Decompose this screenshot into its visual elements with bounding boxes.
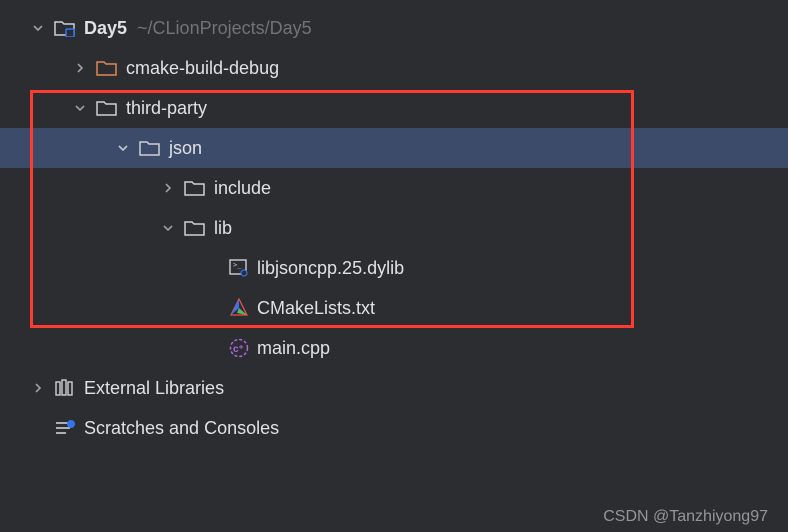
- scratches-icon: [54, 419, 76, 437]
- svg-text:c⁺: c⁺: [233, 344, 244, 355]
- tree-row-third-party[interactable]: third-party: [0, 88, 788, 128]
- project-root-label: Day5: [84, 18, 127, 39]
- tree-row-main-cpp[interactable]: c⁺ main.cpp: [0, 328, 788, 368]
- library-icon: [54, 379, 76, 397]
- folder-label: include: [214, 178, 271, 199]
- folder-label: cmake-build-debug: [126, 58, 279, 79]
- tree-row-project-root[interactable]: Day5 ~/CLionProjects/Day5: [0, 8, 788, 48]
- file-label: libjsoncpp.25.dylib: [257, 258, 404, 279]
- tree-row-json[interactable]: json: [0, 128, 788, 168]
- excluded-folder-icon: [96, 59, 118, 77]
- file-label: main.cpp: [257, 338, 330, 359]
- folder-label: json: [169, 138, 202, 159]
- chevron-right-icon[interactable]: [30, 380, 46, 396]
- external-libraries-label: External Libraries: [84, 378, 224, 399]
- tree-row-lib[interactable]: lib: [0, 208, 788, 248]
- folder-icon: [139, 139, 161, 157]
- chevron-right-icon[interactable]: [160, 180, 176, 196]
- chevron-down-icon[interactable]: [72, 100, 88, 116]
- folder-icon: [184, 219, 206, 237]
- tree-row-scratches[interactable]: Scratches and Consoles: [0, 408, 788, 448]
- folder-label: lib: [214, 218, 232, 239]
- tree-row-include[interactable]: include: [0, 168, 788, 208]
- chevron-right-icon[interactable]: [72, 60, 88, 76]
- cmake-file-icon: [229, 298, 249, 318]
- project-folder-icon: [54, 19, 76, 37]
- folder-icon: [184, 179, 206, 197]
- tree-row-external-libraries[interactable]: External Libraries: [0, 368, 788, 408]
- folder-label: third-party: [126, 98, 207, 119]
- tree-row-libjsoncpp[interactable]: >_ libjsoncpp.25.dylib: [0, 248, 788, 288]
- chevron-down-icon[interactable]: [160, 220, 176, 236]
- binary-file-icon: >_: [229, 259, 249, 277]
- chevron-down-icon[interactable]: [115, 140, 131, 156]
- watermark: CSDN @Tanzhiyong97: [603, 508, 768, 526]
- project-root-path: ~/CLionProjects/Day5: [137, 18, 312, 39]
- project-tree: Day5 ~/CLionProjects/Day5 cmake-build-de…: [0, 0, 788, 448]
- cpp-file-icon: c⁺: [229, 338, 249, 358]
- tree-row-cmakelists[interactable]: CMakeLists.txt: [0, 288, 788, 328]
- tree-row-cmake-build-debug[interactable]: cmake-build-debug: [0, 48, 788, 88]
- svg-text:>_: >_: [233, 261, 242, 269]
- folder-icon: [96, 99, 118, 117]
- chevron-down-icon[interactable]: [30, 20, 46, 36]
- scratches-label: Scratches and Consoles: [84, 418, 279, 439]
- file-label: CMakeLists.txt: [257, 298, 375, 319]
